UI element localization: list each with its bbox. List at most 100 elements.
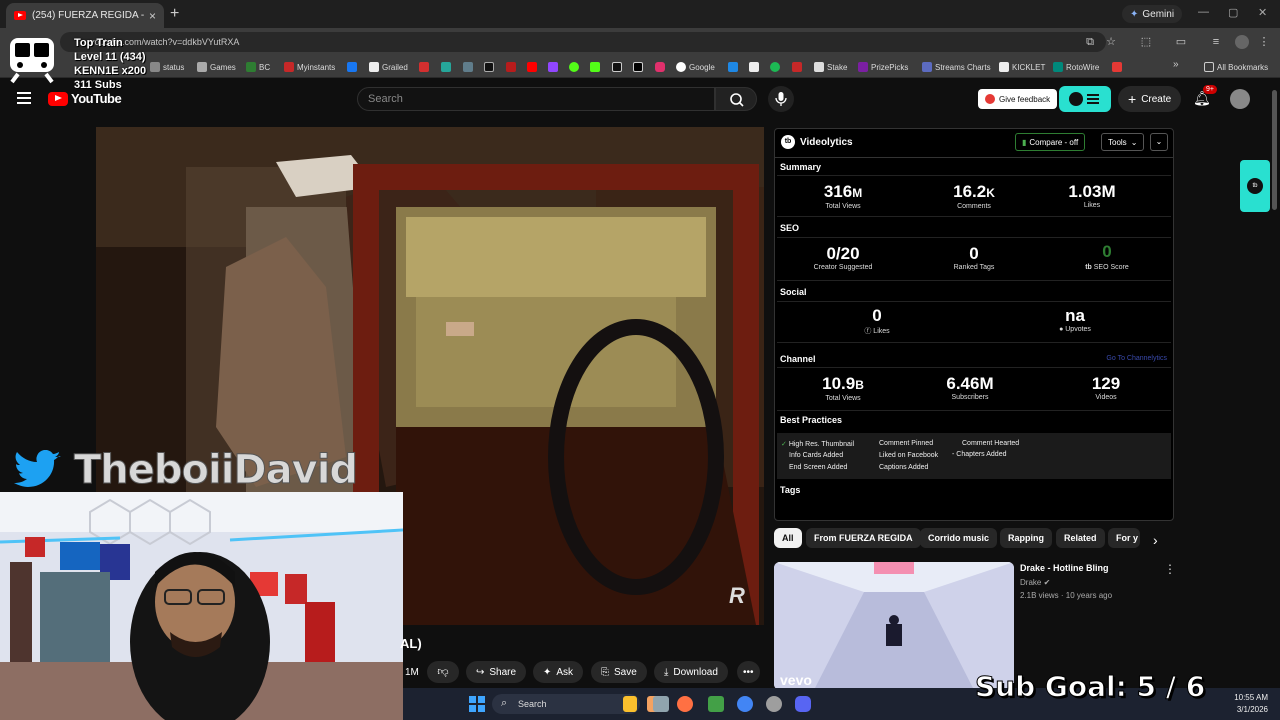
all-bookmarks-folder[interactable]: All Bookmarks <box>1204 60 1268 74</box>
recommendation-title[interactable]: Drake - Hotline Bling <box>1020 563 1109 573</box>
like-count[interactable]: 1M <box>403 661 419 683</box>
bookmark-kicklet[interactable]: KICKLET <box>999 60 1045 74</box>
bar-chart-icon: ▮ <box>1022 137 1027 147</box>
bookmark-google[interactable]: Google <box>676 60 715 74</box>
bookmark-icon-8[interactable] <box>590 62 600 72</box>
x-bookmark-icon[interactable] <box>633 62 643 72</box>
recommendation-more-icon[interactable]: ⋮ <box>1164 562 1176 576</box>
windows-start-icon[interactable] <box>469 696 485 712</box>
side-panel-icon[interactable]: ▭ <box>1175 36 1187 48</box>
system-clock[interactable]: 10:55 AM 3/1/2026 <box>1234 692 1268 716</box>
search-button[interactable] <box>715 87 757 111</box>
chip-rapping[interactable]: Rapping <box>1000 528 1052 548</box>
bookmark-icon-3[interactable] <box>463 62 473 72</box>
more-bookmarks-icon[interactable]: » <box>1173 59 1179 70</box>
more-actions-button[interactable]: ••• <box>737 661 760 683</box>
bookmark-bc[interactable]: BC <box>246 60 270 74</box>
minimize-window-icon[interactable]: — <box>1198 6 1209 18</box>
omnibox[interactable]: youtube.com/watch?v=ddkbVYutRXA <box>60 32 1106 52</box>
twitch-bookmark-icon[interactable] <box>548 62 558 72</box>
recommendation-channel[interactable]: Drake ✔ <box>1020 578 1050 587</box>
go-to-channelytics-link[interactable]: Go To Channelytics <box>1106 355 1167 362</box>
extensions-icon[interactable]: ⬚ <box>1140 36 1152 48</box>
chip-for-you[interactable]: For y <box>1108 528 1140 548</box>
twitter-handle: TheboiiDavid <box>73 447 358 494</box>
compare-toggle-button[interactable]: ▮ Compare - off <box>1015 133 1086 151</box>
gemini-button[interactable]: ✦ Gemini <box>1122 5 1183 23</box>
voice-search-button[interactable] <box>768 86 794 112</box>
menu-hamburger-icon[interactable] <box>17 92 31 104</box>
channel-subscribers: 6.46M Subscribers <box>946 374 994 401</box>
seo-creator-suggested: 0/20 Creator Suggested <box>813 244 873 271</box>
videolytics-toggle-button[interactable] <box>1059 86 1111 112</box>
chrome-icon[interactable] <box>737 696 753 712</box>
videolytics-side-tab[interactable]: tb <box>1240 160 1270 212</box>
discord-icon[interactable] <box>795 696 811 712</box>
account-avatar[interactable] <box>1230 89 1250 109</box>
bookmark-games[interactable]: Games <box>197 60 236 74</box>
chips-next-chevron-icon[interactable]: › <box>1153 532 1158 548</box>
xbox-icon[interactable] <box>708 696 724 712</box>
dislike-button[interactable]: 👎︎ <box>427 661 459 683</box>
ask-button[interactable]: ✦ Ask <box>533 661 584 683</box>
steam-icon[interactable] <box>766 696 782 712</box>
youtube-logo-text: YouTube <box>71 91 122 106</box>
bookmark-star-icon[interactable]: ☆ <box>1105 36 1117 48</box>
supreme-bookmark-icon[interactable] <box>419 62 429 72</box>
video-watermark: R <box>729 583 745 608</box>
firefox-icon[interactable] <box>677 696 693 712</box>
youtube-logo[interactable]: YouTube <box>48 91 122 106</box>
chip-corrido-music[interactable]: Corrido music <box>920 528 998 548</box>
chip-from-fuerza-regida[interactable]: From FUERZA REGIDA <box>806 528 921 548</box>
bookmark-icon-4[interactable] <box>484 62 494 72</box>
share-button[interactable]: ↪ Share <box>466 661 527 683</box>
kick-bookmark-icon[interactable] <box>569 62 579 72</box>
bookmark-grailed[interactable]: Grailed <box>369 60 408 74</box>
save-button[interactable]: ⎘ Save <box>591 661 647 683</box>
chip-all[interactable]: All <box>774 528 802 548</box>
search-icon <box>730 93 744 107</box>
more-menu-icon[interactable]: ⋮ <box>1258 36 1270 48</box>
create-button[interactable]: + Create <box>1118 86 1182 112</box>
media-icon[interactable]: ≡ <box>1210 36 1222 48</box>
bookmark-icon-12[interactable] <box>1112 62 1122 72</box>
videolytics-header: tb Videolytics <box>781 135 853 149</box>
give-feedback-button[interactable]: Give feedback <box>978 89 1058 109</box>
summary-total-views: 316M Total Views <box>823 182 863 210</box>
close-window-icon[interactable]: ✕ <box>1258 6 1267 19</box>
bookmark-icon-10[interactable] <box>749 62 759 72</box>
profile-avatar-icon[interactable] <box>1235 35 1249 49</box>
task-view-icon[interactable] <box>653 696 669 712</box>
cast-icon[interactable]: ⧉ <box>1084 36 1096 48</box>
tools-dropdown[interactable]: Tools ⌄ <box>1101 133 1145 151</box>
tiktok-bookmark-icon[interactable] <box>612 62 622 72</box>
best-practice-item: Liked on Facebook <box>879 452 939 459</box>
video-title-fragment: AL) <box>400 636 422 651</box>
bookmark-rotowire[interactable]: RotoWire <box>1053 60 1099 74</box>
maximize-window-icon[interactable]: ▢ <box>1228 6 1238 19</box>
page-scrollbar[interactable] <box>1272 90 1277 210</box>
search-placeholder: Search <box>368 93 403 105</box>
bookmark-streams-charts[interactable]: Streams Charts <box>922 60 991 74</box>
youtube-bookmark-icon[interactable] <box>527 62 537 72</box>
search-input[interactable]: Search <box>357 87 715 111</box>
new-tab-button[interactable]: + <box>170 5 179 23</box>
bookmark-status[interactable]: status <box>150 60 184 74</box>
collapse-panel-button[interactable]: ⌄ <box>1150 133 1168 151</box>
bookmark-icon-5[interactable] <box>506 62 516 72</box>
spotify-bookmark-icon[interactable] <box>770 62 780 72</box>
bookmark-icon-2[interactable] <box>441 62 451 72</box>
bookmark-myinstants[interactable]: Myinstants <box>284 60 335 74</box>
bookmark-stake[interactable]: Stake <box>814 60 847 74</box>
bookmark-icon-11[interactable] <box>792 62 802 72</box>
close-tab-icon[interactable]: × <box>149 9 156 23</box>
facebook-bookmark-icon[interactable] <box>347 62 357 72</box>
games-bookmark-icon <box>197 62 207 72</box>
bookmark-icon-9[interactable] <box>728 62 738 72</box>
bookmark-prizepicks[interactable]: PrizePicks <box>858 60 908 74</box>
chip-related[interactable]: Related <box>1056 528 1105 548</box>
download-button[interactable]: ⤓ Download <box>654 661 728 683</box>
browser-tab-active[interactable]: (254) FUERZA REGIDA - MA × <box>6 3 164 28</box>
videolytics-menu-icon <box>1069 92 1099 106</box>
instagram-bookmark-icon[interactable] <box>655 62 665 72</box>
